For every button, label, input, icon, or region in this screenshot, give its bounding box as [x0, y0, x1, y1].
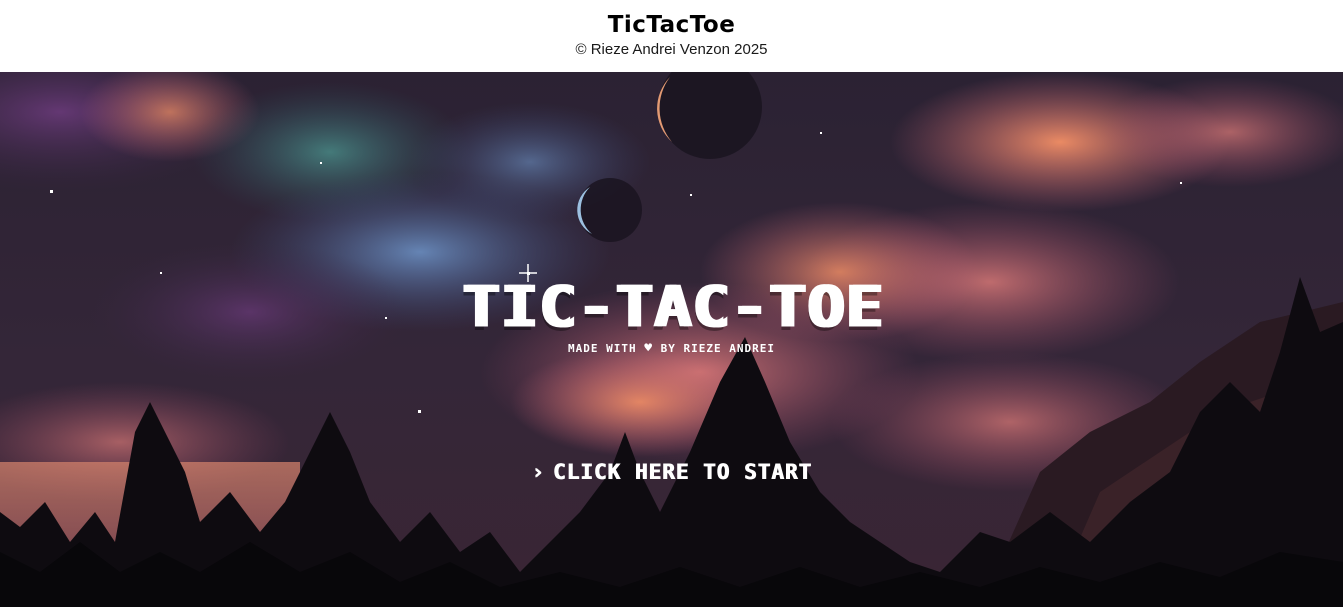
start-game-label: CLICK HERE TO START: [552, 460, 812, 484]
made-with-credit: MADE WITH ♥ BY RIEZE ANDREI: [0, 342, 1343, 356]
site-header: TicTacToe © Rieze Andrei Venzon 2025: [0, 0, 1343, 72]
made-with-author: BY RIEZE ANDREI: [660, 342, 776, 355]
site-copyright: © Rieze Andrei Venzon 2025: [575, 41, 768, 58]
made-with-prefix: MADE WITH: [567, 342, 637, 355]
site-title: TicTacToe: [607, 12, 736, 38]
chevron-right-icon: ›: [531, 460, 545, 484]
game-title: TIC-TAC-TOE: [460, 272, 883, 341]
start-game-button[interactable]: › CLICK HERE TO START: [0, 458, 1343, 486]
heart-icon: ♥: [644, 341, 654, 356]
game-start-screen[interactable]: TIC-TAC-TOE MADE WITH ♥ BY RIEZE ANDREI …: [0, 72, 1343, 607]
